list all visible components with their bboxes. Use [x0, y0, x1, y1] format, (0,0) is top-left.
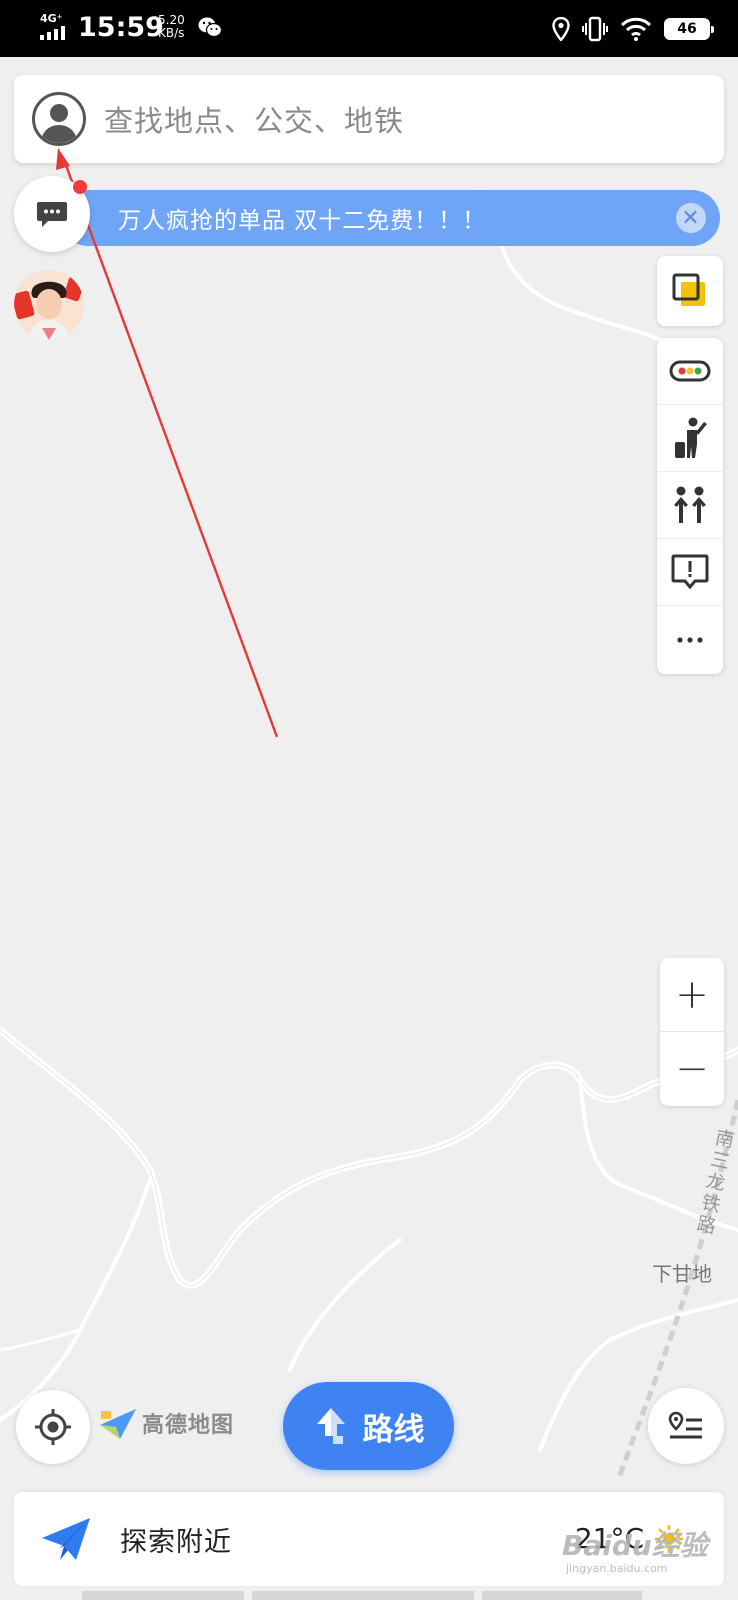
status-right-icons: 46	[552, 14, 714, 44]
person-silhouette-icon	[41, 104, 77, 143]
map-tools-panel	[657, 338, 723, 674]
zoom-control: + −	[660, 958, 724, 1106]
route-button[interactable]: 路线	[283, 1382, 454, 1470]
search-bar[interactable]: 查找地点、公交、地铁	[14, 75, 724, 163]
report-bubble-icon	[671, 554, 709, 590]
pin-list-icon	[668, 1411, 702, 1439]
layers-button[interactable]	[657, 256, 723, 326]
bottom-handle	[482, 1591, 642, 1600]
report-button[interactable]	[657, 539, 723, 606]
vibrate-icon	[582, 16, 608, 42]
taxi-button[interactable]	[657, 405, 723, 472]
bottom-handle	[82, 1591, 244, 1600]
map-place-label: 下甘地	[652, 1262, 712, 1286]
network-speed: 5.20 KB/s	[158, 14, 185, 40]
battery-indicator: 46	[664, 18, 714, 40]
celebrity-promo-avatar[interactable]	[14, 270, 84, 340]
amap-logo: 高德地图	[98, 1405, 234, 1441]
zoom-out-button[interactable]: −	[660, 1032, 724, 1106]
banner-text: 万人疯抢的单品 双十二免费！！！	[118, 208, 487, 234]
explore-label: 探索附近	[120, 1526, 232, 1558]
watermark-text: Baidu经验	[562, 1529, 708, 1562]
wechat-icon	[198, 17, 222, 38]
amap-logo-icon	[100, 1409, 136, 1439]
unread-dot	[73, 180, 87, 194]
user-avatar-icon[interactable]	[32, 92, 86, 146]
locate-me-button[interactable]	[16, 1390, 90, 1464]
logo-text: 高德地图	[142, 1413, 235, 1438]
bottom-handle	[252, 1591, 474, 1600]
promo-character-icon	[14, 270, 84, 340]
two-people-icon	[674, 486, 706, 523]
hail-taxi-icon	[675, 417, 707, 458]
favorites-list-button[interactable]	[648, 1388, 724, 1464]
traffic-light-icon	[669, 360, 711, 382]
crosshair-icon	[35, 1409, 71, 1445]
chat-bubble-icon	[37, 202, 67, 227]
wifi-icon	[620, 17, 652, 41]
route-label: 路线	[362, 1411, 425, 1448]
speed-unit: KB/s	[158, 26, 185, 40]
route-arrow-icon	[316, 1408, 345, 1444]
layers-icon	[672, 273, 705, 306]
zoom-in-button[interactable]: +	[660, 958, 724, 1032]
location-pin-icon	[552, 17, 570, 41]
paper-plane-icon	[42, 1518, 90, 1560]
network-type: 4G⁺	[40, 12, 63, 25]
clock: 15:59	[78, 12, 164, 43]
baidu-watermark: Baidu经验 jingyan.baidu.com	[562, 1524, 708, 1575]
watermark-url: jingyan.baidu.com	[566, 1562, 668, 1575]
more-button[interactable]	[657, 606, 723, 673]
search-placeholder[interactable]: 查找地点、公交、地铁	[104, 98, 404, 140]
close-banner-button[interactable]: ✕	[676, 203, 706, 233]
traffic-button[interactable]	[657, 338, 723, 405]
map-canvas[interactable]	[0, 57, 738, 1600]
status-bar: 4G⁺ 15:59 5.20 KB/s 46	[0, 0, 738, 57]
friends-button[interactable]	[657, 472, 723, 539]
amap-home-screen: 4G⁺ 15:59 5.20 KB/s 46 下甘地 南三龙铁路 查找地点、公交…	[0, 0, 738, 1600]
more-dots-icon	[677, 636, 703, 643]
signal-icon	[40, 26, 65, 40]
promo-banner[interactable]: 万人疯抢的单品 双十二免费！！！ ✕	[60, 190, 720, 246]
